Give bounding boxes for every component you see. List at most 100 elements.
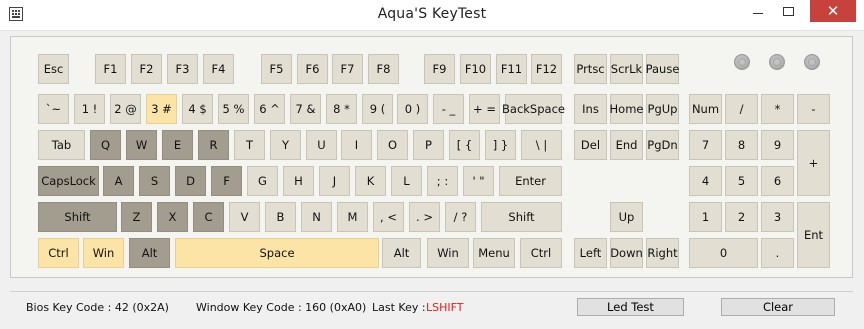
key-n8[interactable]: 8 *: [326, 94, 357, 124]
key-n5[interactable]: 5 %: [218, 94, 249, 124]
key-n3[interactable]: 3 #: [146, 94, 177, 124]
key-rshift[interactable]: Shift: [481, 202, 562, 232]
key-f4[interactable]: F4: [203, 54, 234, 84]
key-equals[interactable]: + =: [469, 94, 500, 124]
led-test-button[interactable]: Led Test: [577, 298, 684, 316]
key-p[interactable]: P: [413, 130, 444, 160]
key-kp-dot[interactable]: .: [761, 238, 794, 268]
key-space[interactable]: Space: [175, 238, 379, 268]
key-n9[interactable]: 9 (: [362, 94, 393, 124]
key-x[interactable]: X: [157, 202, 188, 232]
key-backspace[interactable]: BackSpace: [502, 94, 565, 124]
key-right[interactable]: Right: [646, 238, 679, 268]
key-n[interactable]: N: [301, 202, 332, 232]
key-t[interactable]: T: [234, 130, 265, 160]
key-pgdn[interactable]: PgDn: [646, 130, 679, 160]
key-home[interactable]: Home: [610, 94, 643, 124]
key-a[interactable]: A: [103, 166, 134, 196]
key-f5[interactable]: F5: [261, 54, 292, 84]
key-n1[interactable]: 1 !: [74, 94, 105, 124]
key-up[interactable]: Up: [610, 202, 643, 232]
key-end[interactable]: End: [610, 130, 643, 160]
key-f[interactable]: F: [211, 166, 242, 196]
minimize-button[interactable]: [744, 0, 772, 22]
key-f9[interactable]: F9: [424, 54, 455, 84]
key-s[interactable]: S: [139, 166, 170, 196]
key-f11[interactable]: F11: [496, 54, 527, 84]
key-kp3[interactable]: 3: [761, 202, 794, 232]
key-m[interactable]: M: [337, 202, 368, 232]
key-n6[interactable]: 6 ^: [254, 94, 285, 124]
key-tilde[interactable]: `~: [38, 94, 69, 124]
key-o[interactable]: O: [377, 130, 408, 160]
key-rctrl[interactable]: Ctrl: [520, 238, 562, 268]
key-z[interactable]: Z: [121, 202, 152, 232]
key-period[interactable]: . >: [409, 202, 440, 232]
key-kp7[interactable]: 7: [689, 130, 722, 160]
close-button[interactable]: ✕: [810, 0, 856, 22]
key-lwin[interactable]: Win: [83, 238, 124, 268]
key-kp6[interactable]: 6: [761, 166, 794, 196]
key-enter[interactable]: Enter: [499, 166, 562, 196]
key-kp5[interactable]: 5: [725, 166, 758, 196]
key-f8[interactable]: F8: [368, 54, 399, 84]
key-d[interactable]: D: [175, 166, 206, 196]
clear-button[interactable]: Clear: [721, 298, 835, 316]
key-e[interactable]: E: [162, 130, 193, 160]
key-semicolon[interactable]: ; :: [427, 166, 458, 196]
key-kp0[interactable]: 0: [689, 238, 758, 268]
key-pgup[interactable]: PgUp: [646, 94, 679, 124]
key-n0[interactable]: 0 ): [397, 94, 428, 124]
key-down[interactable]: Down: [610, 238, 643, 268]
key-i[interactable]: I: [341, 130, 372, 160]
key-q[interactable]: Q: [90, 130, 121, 160]
key-lalt[interactable]: Alt: [129, 238, 170, 268]
key-h[interactable]: H: [283, 166, 314, 196]
key-prtsc[interactable]: Prtsc: [574, 54, 607, 84]
key-n2[interactable]: 2 @: [110, 94, 141, 124]
key-j[interactable]: J: [319, 166, 350, 196]
key-kp4[interactable]: 4: [689, 166, 722, 196]
key-quote[interactable]: ' ": [463, 166, 494, 196]
key-lshift[interactable]: Shift: [38, 202, 117, 232]
key-n7[interactable]: 7 &: [290, 94, 321, 124]
key-kp9[interactable]: 9: [761, 130, 794, 160]
key-u[interactable]: U: [306, 130, 337, 160]
key-b[interactable]: B: [265, 202, 296, 232]
key-menu[interactable]: Menu: [473, 238, 515, 268]
key-f2[interactable]: F2: [131, 54, 162, 84]
key-lbracket[interactable]: [ {: [449, 130, 480, 160]
key-del[interactable]: Del: [574, 130, 607, 160]
key-capslock[interactable]: CapsLock: [38, 166, 99, 196]
key-f12[interactable]: F12: [531, 54, 562, 84]
key-c[interactable]: C: [193, 202, 224, 232]
key-f1[interactable]: F1: [95, 54, 126, 84]
key-kp8[interactable]: 8: [725, 130, 758, 160]
key-kp-div[interactable]: /: [725, 94, 758, 124]
key-kp1[interactable]: 1: [689, 202, 722, 232]
key-kp2[interactable]: 2: [725, 202, 758, 232]
key-ins[interactable]: Ins: [574, 94, 607, 124]
key-n4[interactable]: 4 $: [182, 94, 213, 124]
key-y[interactable]: Y: [270, 130, 301, 160]
key-backslash[interactable]: \ |: [521, 130, 562, 160]
key-lctrl[interactable]: Ctrl: [38, 238, 79, 268]
key-scrlk[interactable]: ScrLk: [610, 54, 643, 84]
key-left[interactable]: Left: [574, 238, 607, 268]
maximize-button[interactable]: [774, 0, 802, 22]
key-numlock[interactable]: Num: [689, 94, 722, 124]
key-f10[interactable]: F10: [460, 54, 491, 84]
key-rwin[interactable]: Win: [427, 238, 469, 268]
key-ralt[interactable]: Alt: [382, 238, 421, 268]
key-slash[interactable]: / ?: [445, 202, 476, 232]
key-g[interactable]: G: [247, 166, 278, 196]
key-kp-enter[interactable]: Ent: [797, 202, 830, 268]
key-f6[interactable]: F6: [297, 54, 328, 84]
key-pause[interactable]: Pause: [646, 54, 679, 84]
key-minus[interactable]: - _: [433, 94, 464, 124]
key-r[interactable]: R: [198, 130, 229, 160]
key-w[interactable]: W: [126, 130, 157, 160]
key-comma[interactable]: , <: [373, 202, 404, 232]
key-rbracket[interactable]: ] }: [485, 130, 516, 160]
key-l[interactable]: L: [391, 166, 422, 196]
